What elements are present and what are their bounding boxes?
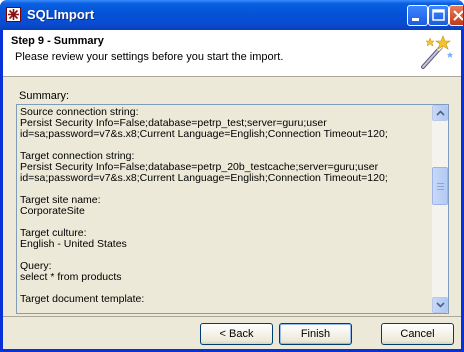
scroll-up-arrow-icon xyxy=(436,110,445,116)
summary-textbox[interactable]: Source connection string: Persist Securi… xyxy=(16,104,449,314)
step-description: Please review your settings before you s… xyxy=(15,51,284,63)
finish-button[interactable]: Finish xyxy=(279,323,352,345)
scroll-down-button[interactable] xyxy=(432,297,448,313)
back-button[interactable]: < Back xyxy=(200,323,273,345)
sqlimport-window: SQLImport Step 9 - Summary Please review… xyxy=(0,0,464,352)
window-title: SQLImport xyxy=(27,7,95,22)
close-icon xyxy=(453,10,464,21)
minimize-button[interactable] xyxy=(407,5,428,26)
scrollbar-grip-line xyxy=(437,183,444,184)
step-title: Step 9 - Summary xyxy=(11,35,104,47)
scrollbar-thumb[interactable] xyxy=(432,167,448,205)
summary-section: Summary: Source connection string: Persi… xyxy=(3,77,461,316)
scrollbar-grip-line xyxy=(437,186,444,187)
cancel-button[interactable]: Cancel xyxy=(381,323,454,345)
summary-text[interactable]: Source connection string: Persist Securi… xyxy=(20,107,430,305)
scroll-down-arrow-icon xyxy=(436,302,445,308)
title-bar[interactable]: SQLImport xyxy=(0,0,464,30)
scroll-up-button[interactable] xyxy=(432,105,448,121)
wizard-dialog: Step 9 - Summary Please review your sett… xyxy=(3,30,461,349)
wizard-header: Step 9 - Summary Please review your sett… xyxy=(3,30,461,77)
close-button[interactable] xyxy=(449,5,464,26)
sqlimport-app-icon xyxy=(6,7,21,22)
vertical-scrollbar[interactable] xyxy=(432,105,448,313)
maximize-button[interactable] xyxy=(428,5,449,26)
wizard-footer: < Back Finish Cancel xyxy=(3,316,461,350)
summary-label: Summary: xyxy=(19,90,70,102)
magic-wand-icon xyxy=(421,35,453,69)
maximize-icon xyxy=(432,9,445,21)
scrollbar-grip-line xyxy=(437,189,444,190)
minimize-icon xyxy=(412,18,419,21)
